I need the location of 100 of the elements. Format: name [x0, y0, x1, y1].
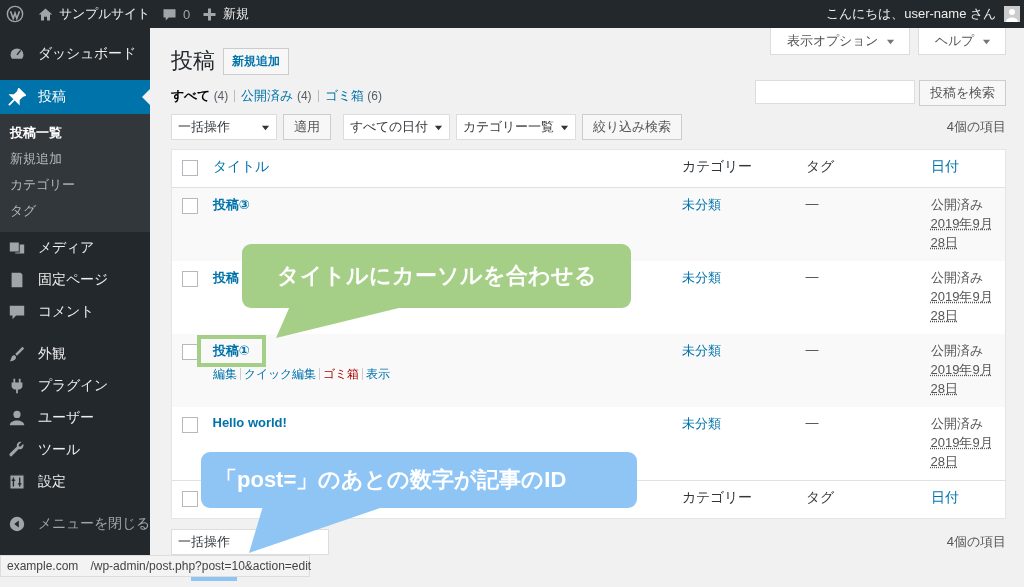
row-checkbox[interactable]	[182, 343, 198, 360]
post-date: 2019年9月28日	[930, 360, 994, 398]
status-filter-link[interactable]: すべて (4)	[171, 87, 229, 105]
sidebar-item[interactable]: ダッシュボード	[0, 38, 150, 70]
submenu-item[interactable]: 新規追加	[0, 146, 150, 172]
post-title-link[interactable]: Hello world!	[212, 414, 287, 430]
greeting-text[interactable]: こんにちは、user-name さん	[826, 5, 996, 23]
filter-button[interactable]: 絞り込み検索	[582, 114, 682, 141]
plus-icon[interactable]	[202, 6, 218, 22]
comment-icon	[8, 303, 26, 321]
status-filter-link[interactable]: 公開済み (4)	[241, 87, 312, 105]
submenu-item[interactable]: 投稿一覧	[0, 120, 150, 146]
post-status: 公開済み	[930, 414, 984, 433]
row-checkbox[interactable]	[182, 270, 198, 287]
status-host: example.com	[7, 559, 79, 573]
column-header[interactable]: 日付	[920, 480, 1006, 518]
search-button[interactable]: 投稿を検索	[919, 80, 1006, 106]
post-title-link[interactable]: 投稿①	[196, 334, 266, 367]
avatar-icon[interactable]	[1004, 6, 1020, 22]
callout-text: 「post=」のあとの数字が記事のID	[215, 466, 568, 494]
category-link[interactable]: 未分類	[681, 342, 721, 358]
comment-count[interactable]: 0	[183, 6, 191, 22]
post-title-link[interactable]: 投稿③	[212, 195, 250, 214]
sidebar-item-label: ユーザー	[38, 409, 94, 427]
column-header: タグ	[795, 149, 921, 187]
post-title-link[interactable]: 投稿	[212, 268, 239, 287]
sidebar-item-label: 外観	[38, 345, 66, 363]
post-status: 公開済み	[930, 268, 984, 287]
column-header[interactable]: 日付	[920, 149, 1006, 187]
select-all-checkbox[interactable]	[182, 159, 198, 176]
select-all-checkbox[interactable]	[182, 490, 198, 507]
sidebar-item-label: ダッシュボード	[38, 45, 136, 63]
post-status: 公開済み	[930, 195, 984, 214]
tag-cell: —	[805, 341, 819, 357]
new-menu-link[interactable]: 新規	[223, 5, 250, 23]
status-url: /wp-admin/post.php?post=10&action=edit	[90, 559, 312, 573]
collapse-menu-button[interactable]: メニューを閉じる	[0, 508, 150, 540]
row-checkbox[interactable]	[182, 197, 198, 214]
sidebar-item[interactable]: 外観	[0, 338, 150, 370]
sidebar-item[interactable]: ツール	[0, 434, 150, 466]
row-action-link[interactable]: クイック編集	[243, 365, 316, 383]
category-link[interactable]: 未分類	[681, 196, 721, 212]
column-header[interactable]: タイトル	[202, 149, 672, 187]
item-count: 4個の項目	[946, 118, 1006, 137]
collapse-label: メニューを閉じる	[38, 515, 150, 533]
row-action-link[interactable]: ゴミ箱	[322, 365, 359, 383]
add-new-button[interactable]: 新規追加	[223, 47, 289, 75]
category-link[interactable]: 未分類	[681, 269, 721, 285]
row-action-link[interactable]: 表示	[365, 365, 390, 383]
sidebar-item[interactable]: 投稿	[0, 80, 150, 114]
sidebar-item-label: 設定	[38, 473, 66, 491]
home-icon[interactable]	[38, 6, 53, 22]
submenu-item[interactable]: カテゴリー	[0, 172, 150, 198]
screen-tab[interactable]: ヘルプ	[918, 28, 1006, 55]
sidebar-item-label: メディア	[38, 239, 94, 257]
page-title: 投稿	[171, 47, 215, 75]
row-checkbox[interactable]	[182, 416, 198, 433]
wordpress-logo-icon[interactable]	[6, 5, 24, 23]
callout-text: タイトルにカーソルを合わせる	[275, 262, 598, 290]
column-header: カテゴリー	[671, 480, 796, 518]
category-filter-select[interactable]: カテゴリー一覧	[456, 114, 576, 141]
pin-icon	[8, 88, 26, 106]
highlight-underline	[191, 577, 237, 581]
bulk-action-select[interactable]: 一括操作	[171, 114, 277, 141]
date-filter-select[interactable]: すべての日付	[343, 114, 450, 141]
search-field[interactable]	[755, 80, 915, 104]
settings-icon	[8, 473, 26, 491]
tag-cell: —	[805, 195, 819, 211]
collapse-icon	[8, 515, 26, 533]
sidebar-item[interactable]: 固定ページ	[0, 264, 150, 296]
post-date: 2019年9月28日	[930, 214, 994, 252]
column-header: タグ	[795, 480, 921, 518]
comment-icon[interactable]	[162, 6, 177, 22]
sidebar-item[interactable]: メディア	[0, 232, 150, 264]
sidebar-item[interactable]: 設定	[0, 466, 150, 498]
brush-icon	[8, 345, 26, 363]
category-link[interactable]: 未分類	[681, 415, 721, 431]
sidebar-item-label: プラグイン	[38, 377, 108, 395]
sidebar-item-label: ツール	[38, 441, 80, 459]
apply-button[interactable]: 適用	[283, 114, 331, 141]
sidebar-item-label: コメント	[38, 303, 94, 321]
row-action-link[interactable]: 編集	[212, 365, 237, 383]
user-icon	[8, 409, 26, 427]
tag-cell: —	[805, 414, 819, 430]
post-status: 公開済み	[930, 341, 984, 360]
sidebar-item[interactable]: ユーザー	[0, 402, 150, 434]
sidebar-item-label: 投稿	[38, 88, 66, 106]
submenu-item[interactable]: タグ	[0, 198, 150, 224]
sidebar-item[interactable]: プラグイン	[0, 370, 150, 402]
screen-tab[interactable]: 表示オプション	[770, 28, 910, 55]
sidebar-item[interactable]: コメント	[0, 296, 150, 328]
column-header: カテゴリー	[671, 149, 796, 187]
post-date: 2019年9月28日	[930, 287, 994, 325]
status-filter-link[interactable]: ゴミ箱 (6)	[324, 87, 382, 105]
post-date: 2019年9月28日	[930, 433, 994, 471]
tag-cell: —	[805, 268, 819, 284]
sidebar-item-label: 固定ページ	[38, 271, 108, 289]
site-name-link[interactable]: サンプルサイト	[59, 5, 150, 23]
item-count: 4個の項目	[946, 532, 1006, 551]
wrench-icon	[8, 441, 26, 459]
